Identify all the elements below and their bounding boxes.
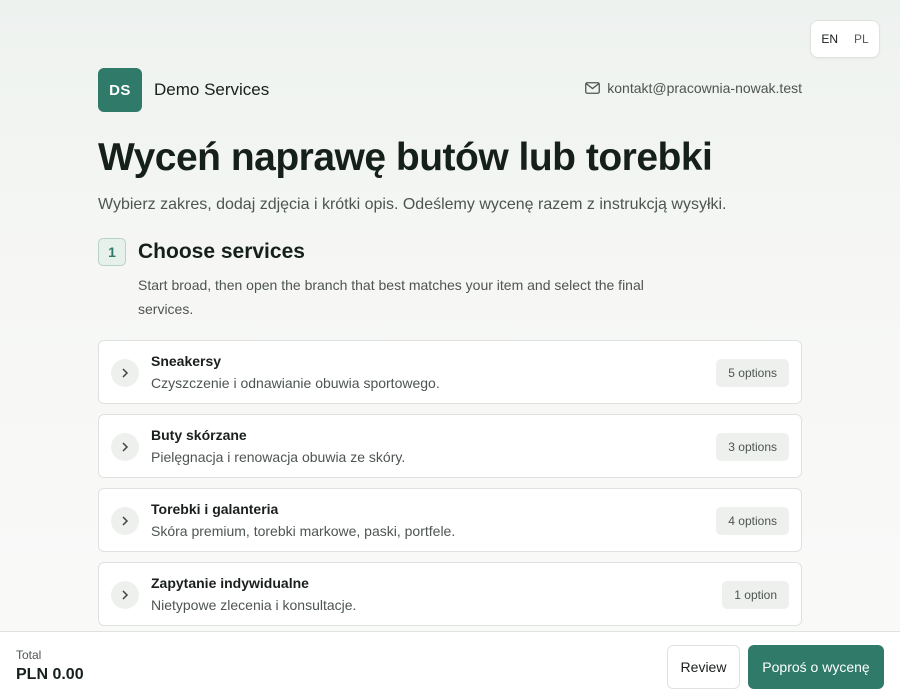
chevron-right-icon bbox=[111, 581, 139, 609]
contact-email[interactable]: kontakt@pracownia-nowak.test bbox=[585, 80, 802, 96]
category-name: Buty skórzane bbox=[151, 427, 247, 443]
mail-icon bbox=[585, 82, 601, 94]
contact-email-text: kontakt@pracownia-nowak.test bbox=[607, 80, 802, 96]
lang-pl-button[interactable]: PL bbox=[848, 28, 875, 50]
option-count-badge: 1 option bbox=[722, 581, 789, 609]
chevron-right-icon bbox=[111, 507, 139, 535]
category-name: Zapytanie indywidualne bbox=[151, 575, 309, 591]
category-description: Pielęgnacja i renowacja obuwia ze skóry. bbox=[151, 449, 406, 465]
option-count-badge: 3 options bbox=[716, 433, 789, 461]
step-title: Choose services bbox=[138, 240, 305, 263]
summary-footer: Total PLN 0.00 Review Poproś o wycenę bbox=[0, 631, 900, 700]
page-title: Wyceń naprawę butów lub torebki bbox=[98, 136, 713, 179]
step-description: Start broad, then open the branch that b… bbox=[138, 277, 644, 317]
brand: DS Demo Services bbox=[98, 68, 269, 112]
category-name: Torebki i galanteria bbox=[151, 501, 279, 517]
total-label: Total bbox=[16, 648, 42, 662]
page-subtitle: Wybierz zakres, dodaj zdjęcia i krótki o… bbox=[98, 196, 727, 213]
lang-en-button[interactable]: EN bbox=[815, 28, 844, 50]
category-description: Skóra premium, torebki markowe, paski, p… bbox=[151, 523, 456, 539]
request-quote-button[interactable]: Poproś o wycenę bbox=[748, 645, 884, 689]
category-name: Sneakersy bbox=[151, 353, 222, 369]
category-description: Czyszczenie i odnawianie obuwia sportowe… bbox=[151, 375, 440, 391]
category-list: Sneakersy Czyszczenie i odnawianie obuwi… bbox=[98, 340, 802, 636]
option-count-badge: 4 options bbox=[716, 507, 789, 535]
option-count-badge: 5 options bbox=[716, 359, 789, 387]
category-item-torebki[interactable]: Torebki i galanteria Skóra premium, tore… bbox=[98, 488, 802, 552]
step-number-badge: 1 bbox=[98, 238, 126, 266]
category-item-sneakersy[interactable]: Sneakersy Czyszczenie i odnawianie obuwi… bbox=[98, 340, 802, 404]
language-switch: EN PL bbox=[810, 20, 880, 58]
review-button[interactable]: Review bbox=[667, 645, 740, 689]
chevron-right-icon bbox=[111, 433, 139, 461]
brand-logo: DS bbox=[98, 68, 142, 112]
category-description: Nietypowe zlecenia i konsultacje. bbox=[151, 597, 357, 613]
category-item-buty-skorzane[interactable]: Buty skórzane Pielęgnacja i renowacja ob… bbox=[98, 414, 802, 478]
category-item-zapytanie[interactable]: Zapytanie indywidualne Nietypowe zleceni… bbox=[98, 562, 802, 626]
chevron-right-icon bbox=[111, 359, 139, 387]
brand-name: Demo Services bbox=[154, 80, 270, 99]
total-value: PLN 0.00 bbox=[16, 666, 84, 683]
